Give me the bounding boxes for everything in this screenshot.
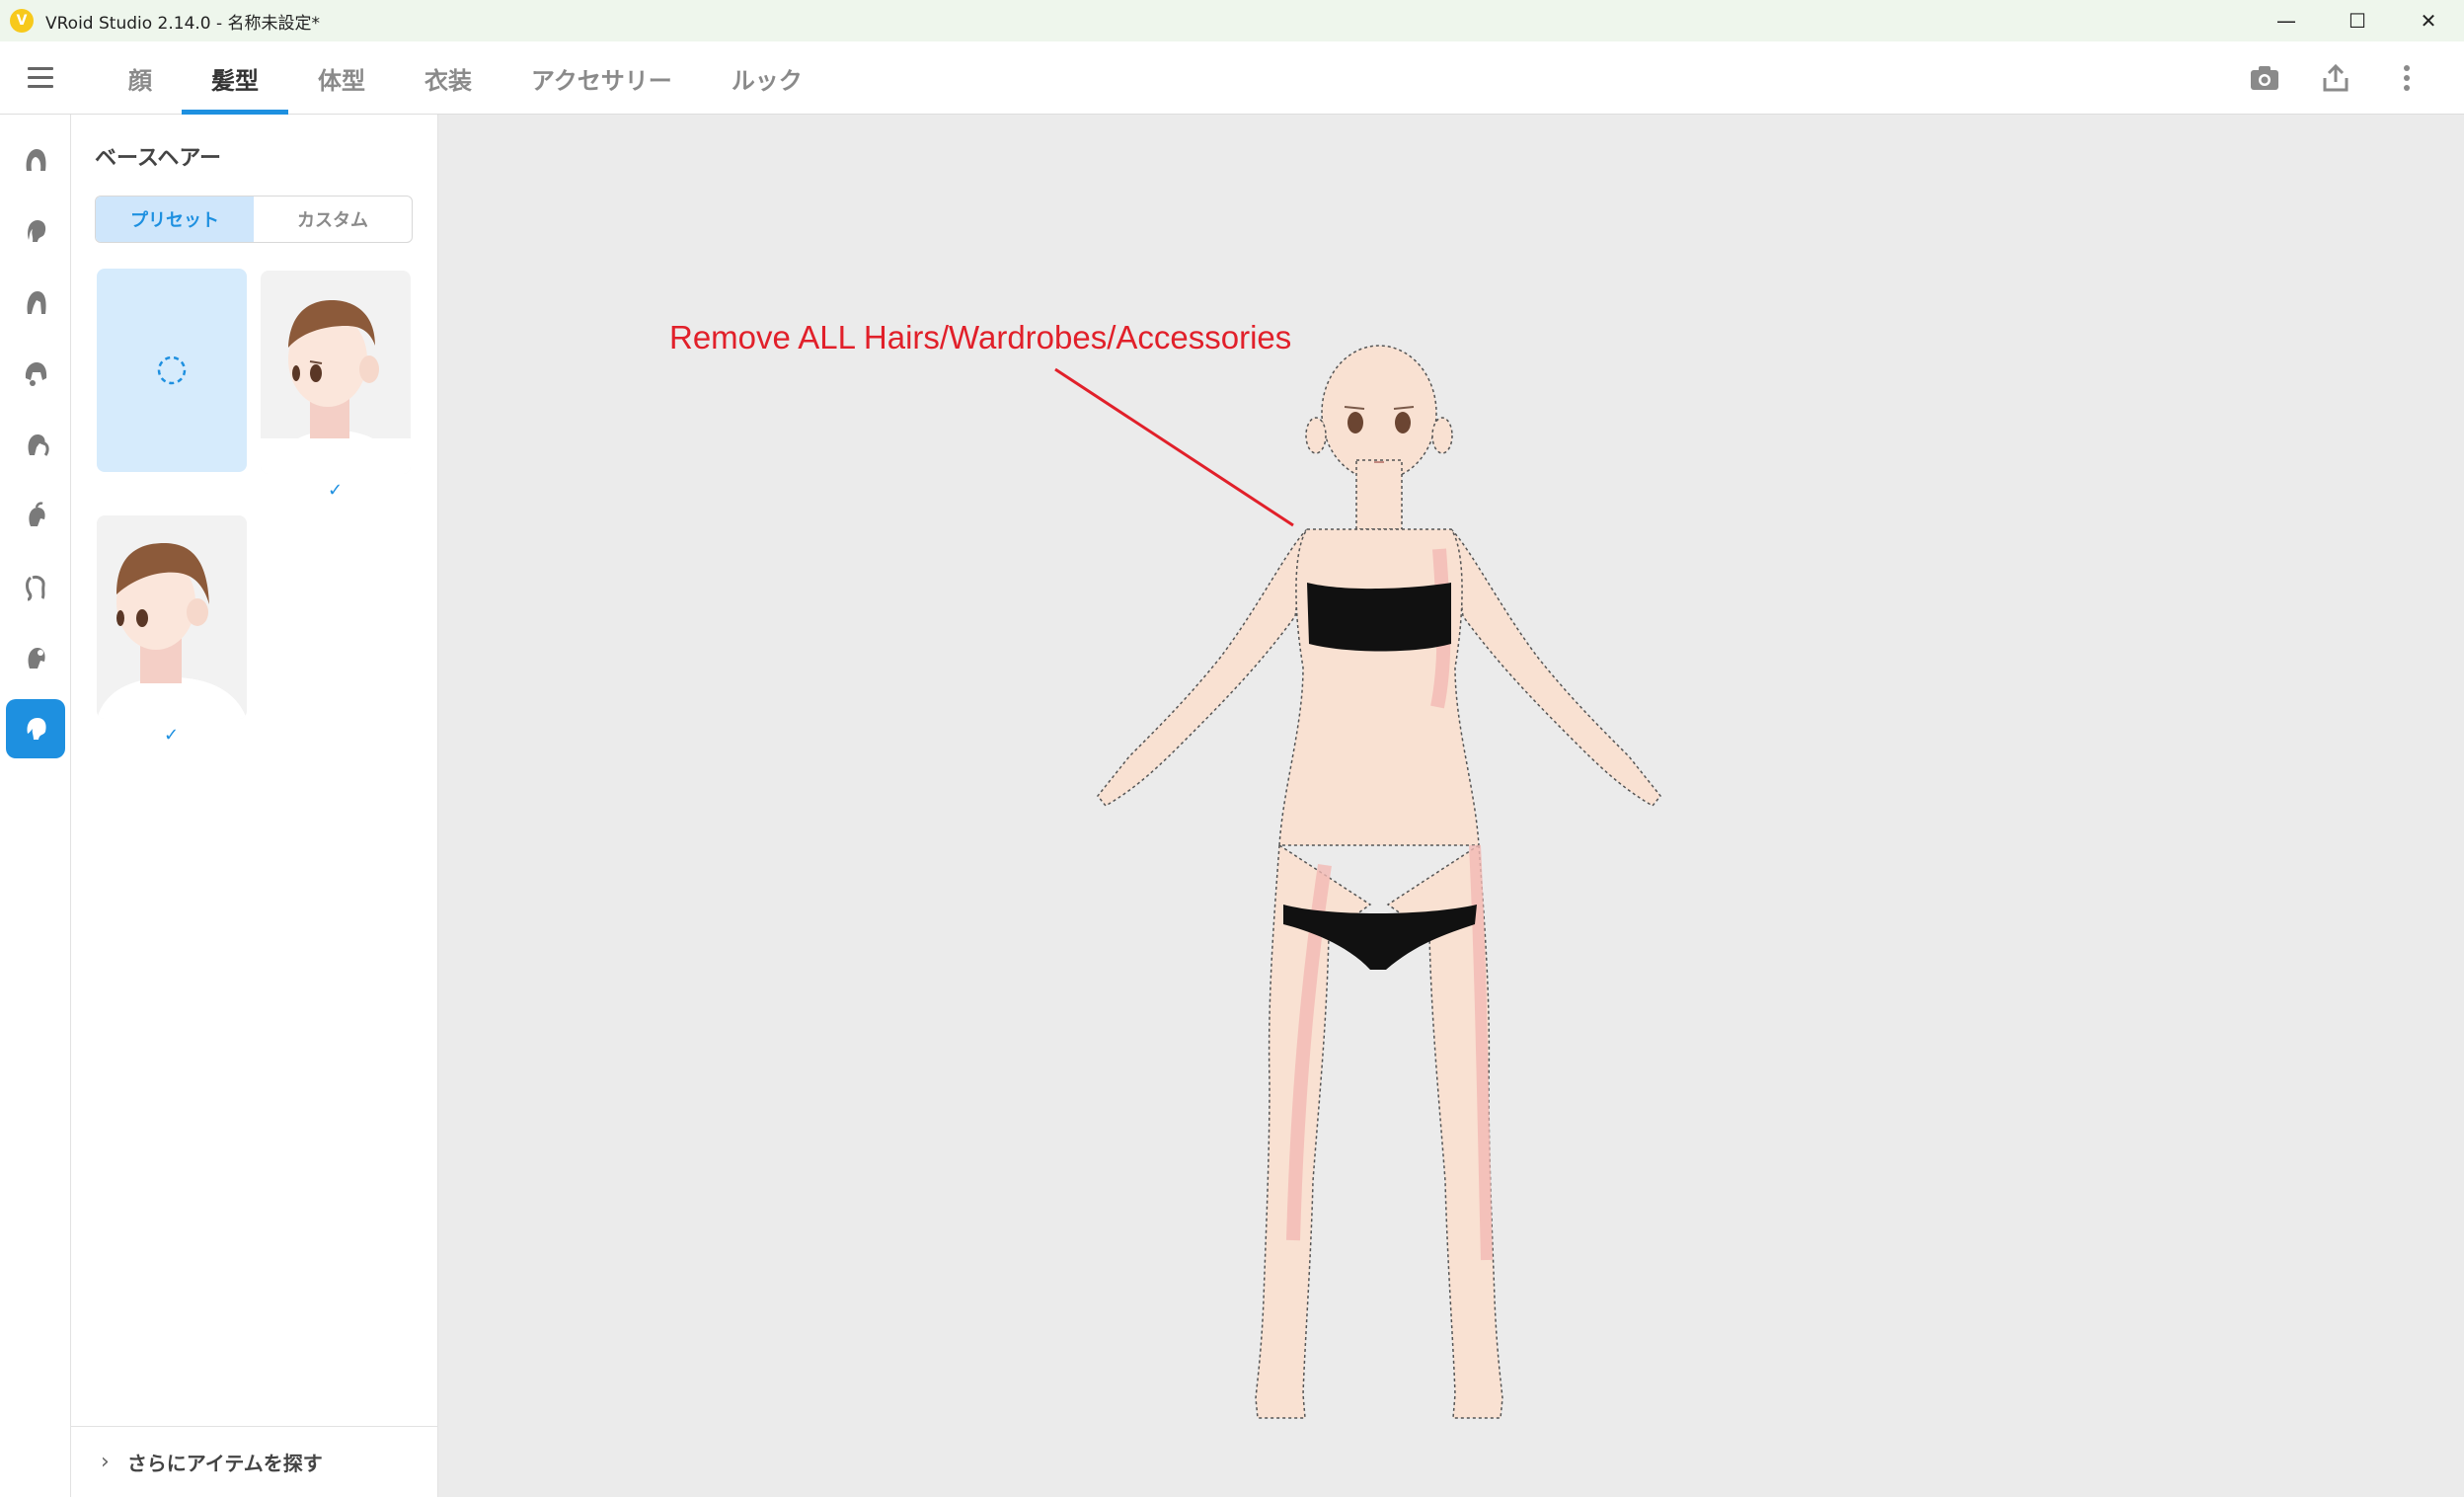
close-button[interactable]: ✕	[2393, 0, 2464, 41]
front-hair-icon[interactable]	[6, 130, 65, 190]
menu-icon[interactable]	[28, 67, 53, 89]
top-actions	[2247, 41, 2425, 115]
selected-check-icon: ✓	[164, 725, 180, 746]
find-more-items[interactable]: › さらにアイテムを探す	[71, 1426, 438, 1497]
braid-icon[interactable]	[6, 557, 65, 616]
window-controls: — ☐ ✕	[2251, 0, 2464, 41]
hair-bun-icon[interactable]	[6, 344, 65, 403]
camera-icon[interactable]	[2247, 60, 2282, 96]
annotation-arrow	[1054, 367, 1294, 527]
extra-hair-icon[interactable]	[6, 628, 65, 687]
model-viewport[interactable]: Remove ALL Hairs/Wardrobes/Accessories	[438, 115, 2464, 1497]
base-hair-icon[interactable]	[6, 699, 65, 758]
tab-face[interactable]: 顔	[99, 41, 182, 115]
hair-part-rail	[0, 115, 71, 1497]
maximize-button[interactable]: ☐	[2322, 0, 2393, 41]
top-nav: 顔 髪型 体型 衣装 アクセサリー ルック	[0, 41, 2464, 115]
new-hair-tile[interactable]	[97, 269, 247, 472]
tab-accessory[interactable]: アクセサリー	[501, 41, 702, 115]
hair-preset-thumb[interactable]	[261, 271, 411, 474]
find-more-label: さらにアイテムを探す	[126, 1452, 323, 1475]
category-tabs: 顔 髪型 体型 衣装 アクセサリー ルック	[99, 41, 832, 115]
tab-body[interactable]: 体型	[288, 41, 395, 115]
ahoge-icon[interactable]	[6, 486, 65, 545]
underwear-top	[1307, 583, 1451, 652]
app-logo: V	[10, 9, 34, 33]
share-icon[interactable]	[2318, 60, 2353, 96]
tab-hairstyle[interactable]: 髪型	[182, 41, 288, 115]
loading-spinner-icon	[157, 355, 187, 385]
minimize-button[interactable]: —	[2251, 0, 2322, 41]
panel-title: ベースヘアー	[95, 146, 222, 171]
title-bar: V VRoid Studio 2.14.0 - 名称未設定* — ☐ ✕	[0, 0, 2464, 41]
hair-panel: ベースヘアー プリセット カスタム ✓ ✓ › さらにアイテムを探す	[71, 115, 438, 1497]
back-hair-icon[interactable]	[6, 201, 65, 261]
more-vertical-icon[interactable]	[2389, 60, 2425, 96]
window-title: VRoid Studio 2.14.0 - 名称未設定*	[45, 13, 321, 34]
tab-outfit[interactable]: 衣装	[395, 41, 501, 115]
annotation-text: Remove ALL Hairs/Wardrobes/Accessories	[669, 319, 1292, 355]
custom-tab[interactable]: カスタム	[254, 197, 412, 242]
chevron-right-icon: ›	[101, 1450, 110, 1474]
preset-tab[interactable]: プリセット	[96, 197, 254, 242]
side-hair-icon[interactable]	[6, 273, 65, 332]
ponytail-icon[interactable]	[6, 415, 65, 474]
preset-custom-toggle: プリセット カスタム	[95, 196, 413, 243]
tab-look[interactable]: ルック	[702, 41, 832, 115]
selected-check-icon: ✓	[328, 480, 344, 501]
hair-preset-thumb[interactable]	[97, 515, 247, 719]
